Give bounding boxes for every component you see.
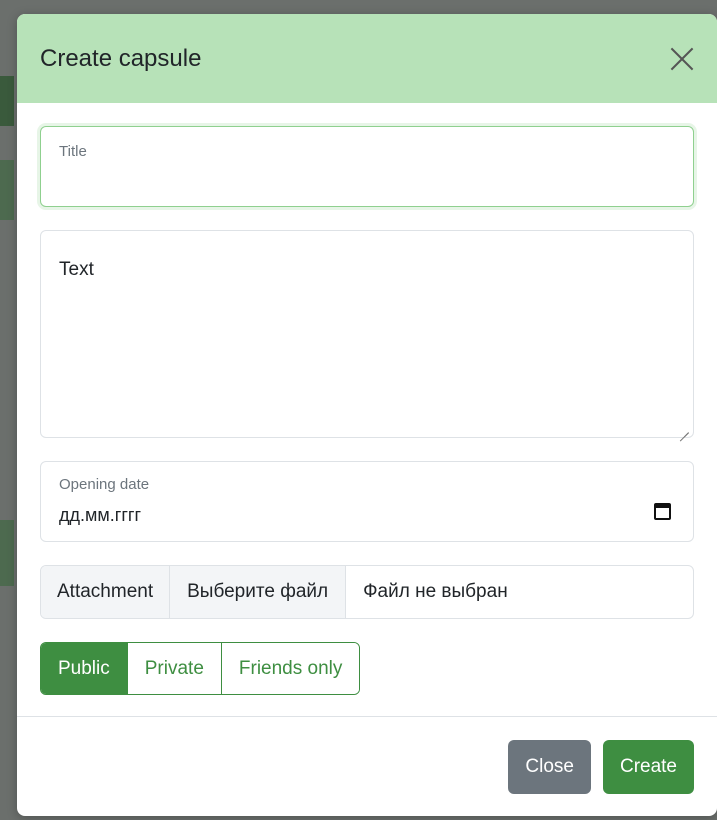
visibility-friends-only-button[interactable]: Friends only <box>221 643 360 694</box>
file-status: Файл не выбран <box>363 581 508 602</box>
text-placeholder: Text <box>59 259 94 280</box>
backdrop-element <box>0 76 14 126</box>
title-label: Title <box>59 143 87 160</box>
title-field[interactable]: Title <box>40 126 694 207</box>
title-input[interactable] <box>59 168 675 194</box>
visibility-toggle-group: Public Private Friends only <box>40 642 361 695</box>
attachment-input-group: Attachment Выберите файл Файл не выбран <box>40 565 694 619</box>
modal-body: Title Text Opening date дд.мм.гггг Attac… <box>17 103 717 695</box>
modal-title: Create capsule <box>40 44 202 72</box>
opening-date-field[interactable]: Opening date дд.мм.гггг <box>40 461 694 542</box>
opening-date-label: Opening date <box>59 476 150 493</box>
close-button[interactable]: Close <box>508 739 591 794</box>
modal-header: Create capsule <box>17 14 717 103</box>
resize-handle-icon[interactable] <box>679 423 689 433</box>
opening-date-value[interactable]: дд.мм.гггг <box>59 505 141 526</box>
choose-file-button[interactable]: Выберите файл <box>170 566 347 618</box>
calendar-icon[interactable] <box>654 503 671 520</box>
modal-footer: Close Create <box>17 716 717 816</box>
backdrop-element <box>0 160 14 220</box>
create-button[interactable]: Create <box>602 739 694 794</box>
text-field[interactable]: Text <box>40 230 694 438</box>
visibility-public-button[interactable]: Public <box>41 643 128 694</box>
attachment-label: Attachment <box>41 566 171 618</box>
create-capsule-modal: Create capsule Title Text Opening date д… <box>17 14 717 816</box>
backdrop-element <box>0 520 14 586</box>
close-icon[interactable] <box>669 46 695 72</box>
visibility-private-button[interactable]: Private <box>127 643 222 694</box>
